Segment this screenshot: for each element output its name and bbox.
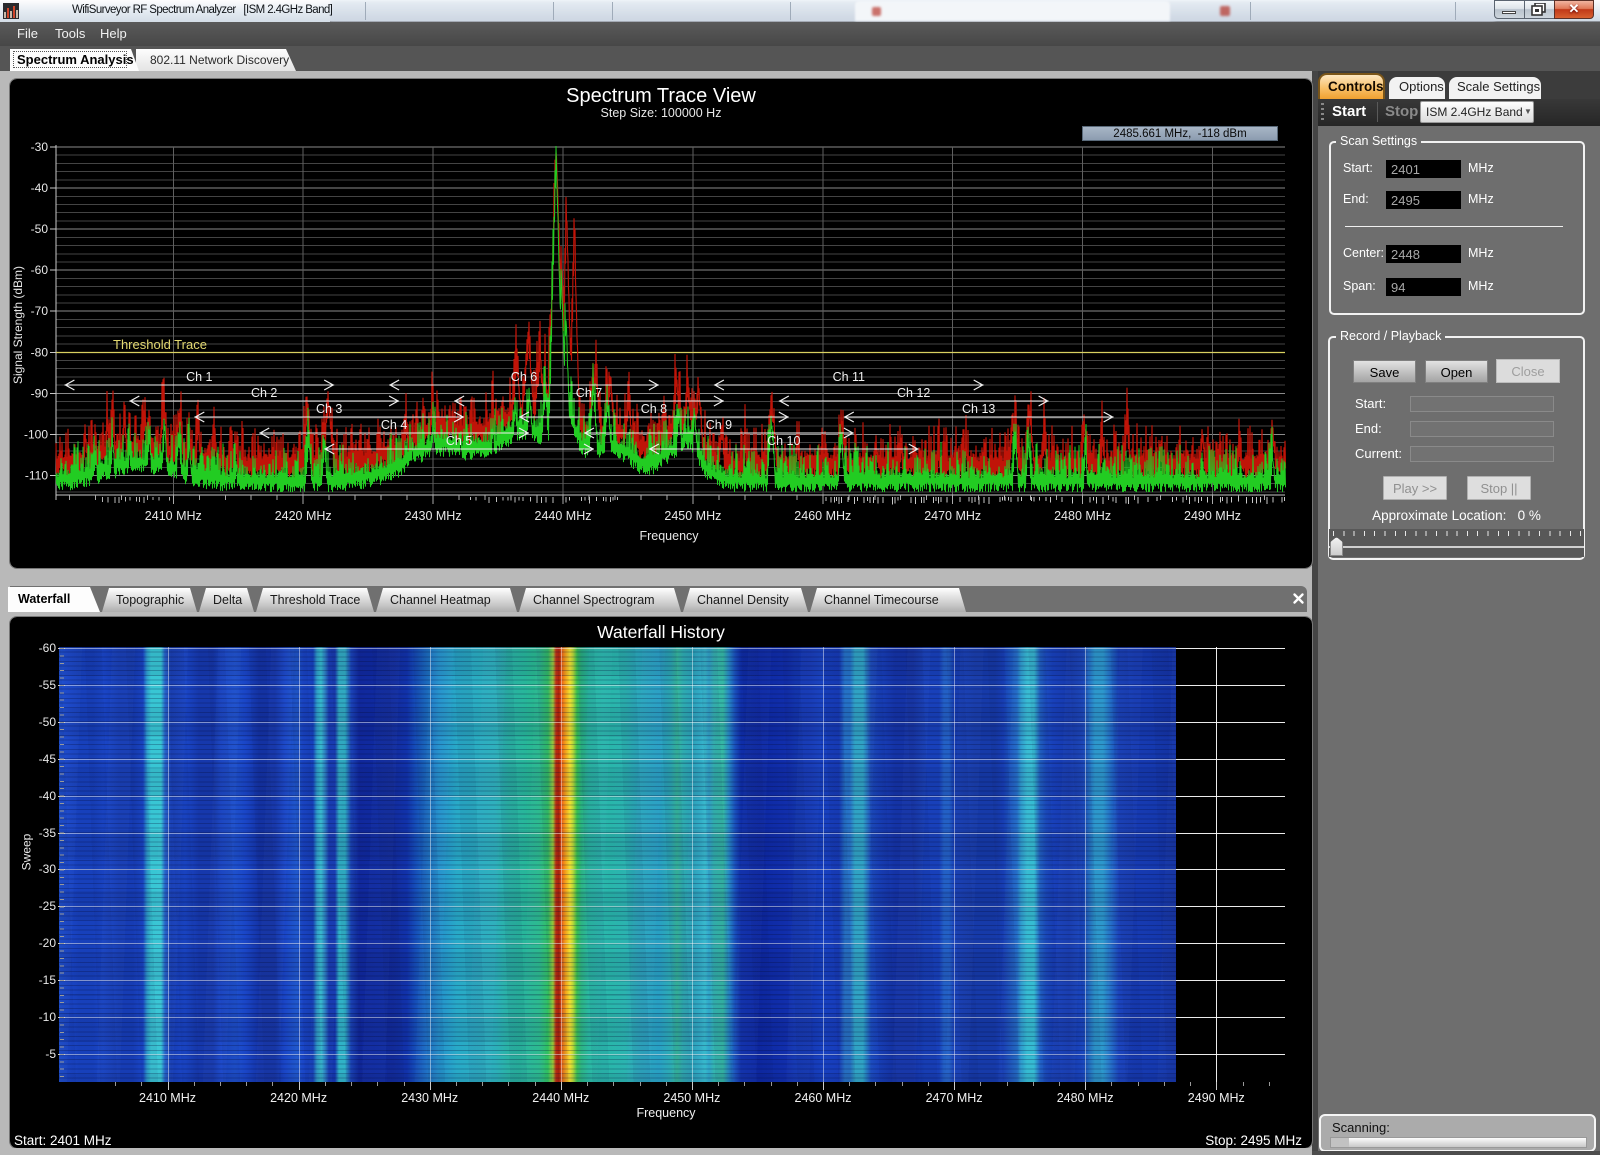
svg-text:2440 MHz: 2440 MHz [535,509,592,523]
svg-text:-110: -110 [25,469,48,483]
svg-text:Ch 10: Ch 10 [767,434,800,448]
svg-text:Ch 13: Ch 13 [962,402,995,416]
svg-text:Frequency: Frequency [639,529,699,543]
svg-text:Signal Strength (dBm): Signal Strength (dBm) [11,266,25,384]
svg-text:-60: -60 [31,263,49,277]
svg-text:Threshold Trace: Threshold Trace [113,337,207,352]
svg-text:Ch 8: Ch 8 [641,402,667,416]
svg-text:-90: -90 [31,386,49,400]
svg-text:Ch 2: Ch 2 [251,386,277,400]
svg-text:-100: -100 [24,427,48,441]
svg-text:-80: -80 [31,345,49,359]
svg-text:2460 MHz: 2460 MHz [794,509,851,523]
svg-text:2470 MHz: 2470 MHz [924,509,981,523]
svg-text:-30: -30 [31,140,49,154]
svg-text:Ch 4: Ch 4 [381,418,407,432]
svg-text:Ch 7: Ch 7 [576,386,602,400]
svg-text:2410 MHz: 2410 MHz [145,509,202,523]
svg-text:Ch 11: Ch 11 [833,370,865,384]
svg-text:2480 MHz: 2480 MHz [1054,509,1111,523]
svg-text:-50: -50 [31,222,49,236]
svg-text:Ch 12: Ch 12 [897,386,930,400]
svg-text:Ch 9: Ch 9 [706,418,732,432]
svg-text:-40: -40 [31,181,49,195]
svg-text:Ch 6: Ch 6 [511,370,537,384]
svg-text:Ch 1: Ch 1 [186,370,212,384]
svg-text:2450 MHz: 2450 MHz [664,509,721,523]
svg-text:Ch 3: Ch 3 [316,402,342,416]
svg-text:2430 MHz: 2430 MHz [405,509,462,523]
svg-text:Ch 5: Ch 5 [446,434,472,448]
svg-text:2490 MHz: 2490 MHz [1184,509,1241,523]
svg-text:2420 MHz: 2420 MHz [275,509,332,523]
svg-text:-70: -70 [31,304,49,318]
